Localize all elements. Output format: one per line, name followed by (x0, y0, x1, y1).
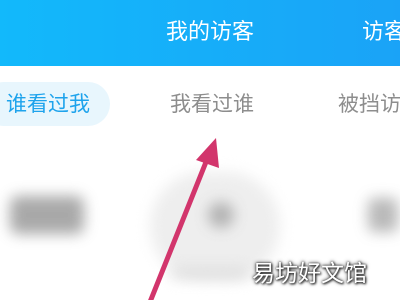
watermark-text: 易坊好文馆 (252, 261, 367, 287)
